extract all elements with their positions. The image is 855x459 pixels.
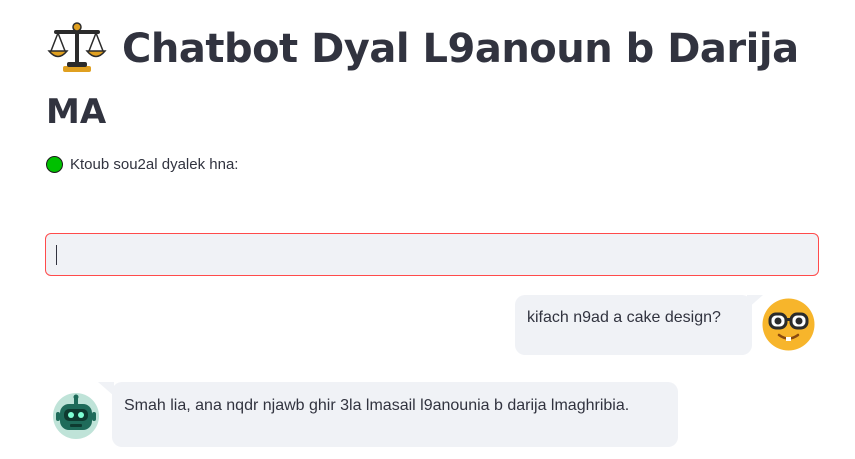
bot-message-text: Smah lia, ana nqdr njawb ghir 3la lmasai… [124, 397, 630, 414]
page-title-text: Chatbot Dyal L9anoun b Darija [122, 26, 799, 72]
robot-icon [52, 392, 100, 440]
green-circle-icon [46, 156, 63, 173]
page-title-continuation: MA [46, 92, 107, 132]
question-label-text: Ktoub sou2al dyalek hna: [70, 156, 239, 173]
question-input-container[interactable] [45, 233, 819, 276]
chat-page: Chatbot Dyal L9anoun b Darija MA Ktoub s… [0, 0, 855, 459]
user-message-bubble: kifach n9ad a cake design? [515, 295, 752, 355]
user-bubble-tail [747, 295, 763, 309]
user-message-text: kifach n9ad a cake design? [527, 309, 721, 326]
balance-scale-icon [46, 18, 108, 80]
page-title: Chatbot Dyal L9anoun b Darija [46, 18, 836, 80]
question-input[interactable] [46, 234, 818, 275]
question-label: Ktoub sou2al dyalek hna: [46, 156, 238, 173]
bot-message-bubble: Smah lia, ana nqdr njawb ghir 3la lmasai… [112, 382, 678, 447]
nerd-face-icon [762, 298, 815, 351]
text-cursor [56, 245, 57, 265]
